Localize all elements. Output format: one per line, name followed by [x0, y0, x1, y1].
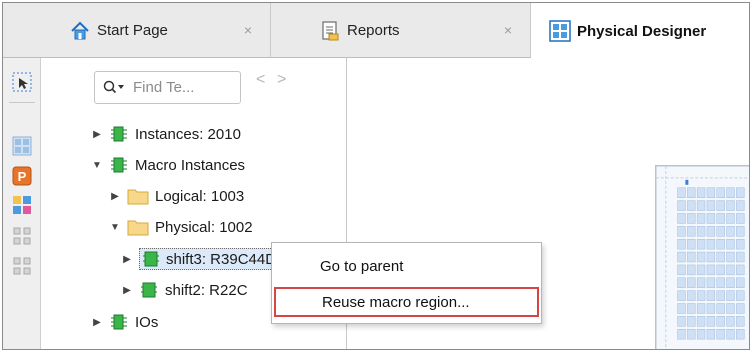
close-icon[interactable]: ×: [504, 22, 512, 38]
tree-item-instances[interactable]: ▶ Instances: 2010: [91, 120, 241, 148]
placement-icon[interactable]: P: [12, 166, 32, 186]
tree-item-label: Logical: 1003: [155, 187, 245, 205]
tab-reports-label: Reports: [347, 22, 400, 39]
tree-item-physical[interactable]: ▼ Physical: 1002: [109, 213, 253, 241]
chip-icon: [143, 251, 159, 267]
tree-item-shift2[interactable]: ▶ shift2: R22C: [121, 276, 248, 304]
expand-arrow-icon[interactable]: ▶: [121, 285, 133, 296]
folder-icon: [127, 189, 149, 205]
tree-item-logical[interactable]: ▶ Logical: 1003: [109, 182, 244, 210]
layout-grid-icon[interactable]: [12, 226, 32, 246]
tree-item-label: Physical: 1002: [155, 218, 253, 236]
search-placeholder: Find Te...: [133, 79, 195, 96]
vertical-toolbar: P: [3, 58, 41, 349]
context-menu: Go to parent Reuse macro region...: [271, 242, 542, 324]
tab-start-page[interactable]: Start Page ×: [3, 3, 271, 58]
floorplan-icon[interactable]: [12, 195, 32, 215]
app-window: Start Page × Reports × Physical Designer…: [2, 2, 750, 350]
designer-icon: [549, 20, 571, 42]
search-input[interactable]: Find Te...: [94, 71, 241, 104]
home-icon: [71, 21, 89, 39]
chip-icon: [141, 282, 157, 298]
tab-reports[interactable]: Reports ×: [271, 3, 531, 58]
tree-item-label: IOs: [135, 313, 159, 331]
tab-physical-designer[interactable]: Physical Designer: [531, 3, 749, 59]
tree-item-macro-instances[interactable]: ▼ Macro Instances: [91, 151, 245, 179]
menu-item-reuse-macro-region[interactable]: Reuse macro region...: [274, 287, 539, 317]
expand-arrow-icon[interactable]: ▶: [91, 317, 103, 328]
tree-item-label: Macro Instances: [135, 156, 246, 174]
device-floorplan[interactable]: [655, 165, 750, 350]
tab-start-page-label: Start Page: [97, 22, 168, 39]
tree-item-ios[interactable]: ▶ IOs: [91, 308, 158, 336]
expand-arrow-icon[interactable]: ▶: [109, 191, 121, 202]
instances-icon: [111, 126, 127, 142]
tab-bar: Start Page × Reports × Physical Designer: [3, 3, 749, 59]
select-tool-icon[interactable]: [12, 72, 32, 92]
instances-icon: [111, 157, 127, 173]
instances-icon: [111, 314, 127, 330]
report-icon: [322, 20, 339, 40]
grid-view-icon[interactable]: [12, 136, 32, 156]
svg-text:P: P: [18, 169, 27, 184]
tree-item-label: Instances: 2010: [135, 125, 241, 143]
layout-grid-icon[interactable]: [12, 256, 32, 276]
menu-item-go-to-parent[interactable]: Go to parent: [274, 251, 539, 281]
tree-item-label: shift2: R22C: [165, 281, 248, 299]
next-result-icon[interactable]: >: [277, 71, 286, 89]
folder-open-icon: [127, 220, 149, 236]
search-icon[interactable]: [103, 80, 125, 96]
close-icon[interactable]: ×: [244, 22, 252, 38]
previous-result-icon[interactable]: <: [256, 71, 265, 89]
toolbar-separator: [9, 102, 35, 103]
collapse-arrow-icon[interactable]: ▼: [91, 160, 103, 171]
tab-physical-designer-label: Physical Designer: [577, 22, 707, 40]
collapse-arrow-icon[interactable]: ▼: [109, 222, 121, 233]
expand-arrow-icon[interactable]: ▶: [121, 254, 133, 265]
expand-arrow-icon[interactable]: ▶: [91, 129, 103, 140]
